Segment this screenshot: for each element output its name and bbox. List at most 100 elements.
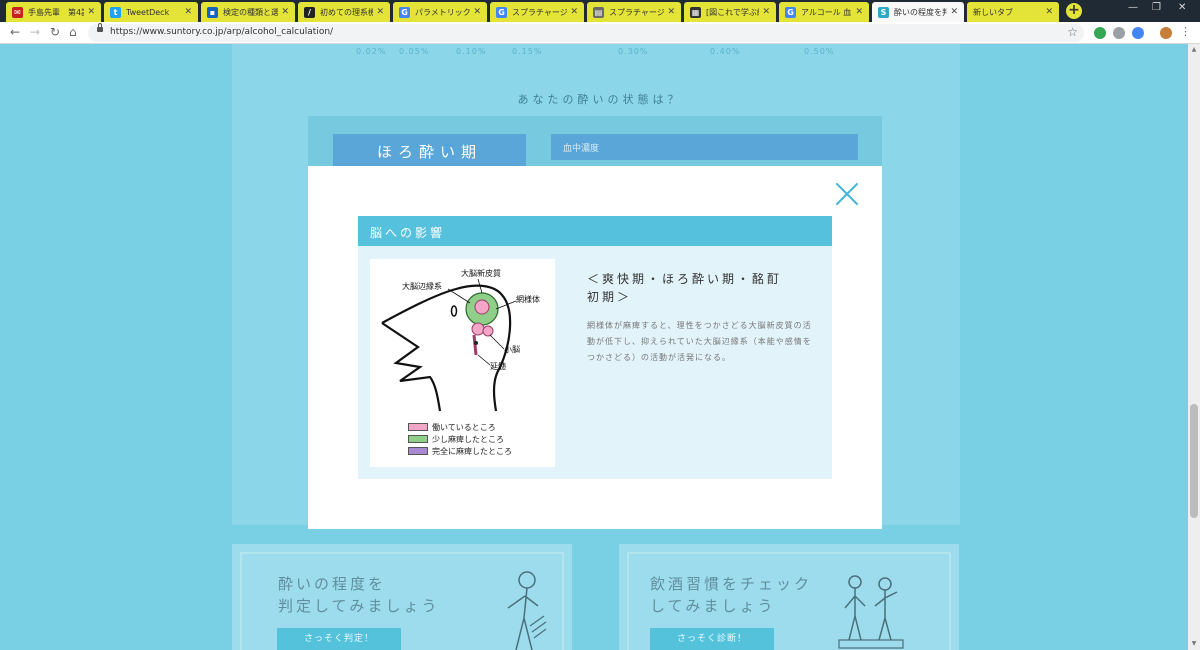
browser-toolbar: ← → ↻ ⌂ https://www.suntory.co.jp/arp/al… [0,22,1200,44]
bac-scale-label: 0.02% [356,47,387,56]
legend-swatch-full [408,447,428,455]
close-tab-icon[interactable]: ✕ [855,7,863,17]
head-illustration [381,278,517,412]
phase-title: ＜爽快期・ほろ酔い期・酩酊 初期＞ [587,272,783,304]
new-tab-button[interactable]: + [1066,3,1082,19]
page-icon: / [304,6,315,18]
bac-scale-label: 0.10% [456,47,487,56]
forward-icon[interactable]: → [30,25,40,39]
legend-label: 少し麻痺したところ [432,434,504,444]
close-tab-icon[interactable]: ✕ [376,7,384,17]
close-tab-icon[interactable]: ✕ [87,7,95,17]
browser-tab[interactable]: ▪ 検定の種類と選択 ✕ [201,2,295,22]
browser-tab[interactable]: ▤ スプラチャージャー・ ✕ [587,2,681,22]
modal-title: 脳への影響 [370,226,446,240]
url-text[interactable]: https://www.suntory.co.jp/arp/alcohol_ca… [110,27,333,37]
tab-label: 手島先輩 第4話 [28,7,85,17]
status-question: あなたの酔いの状態は？ [517,93,683,106]
browser-tab[interactable]: t TweetDeck ✕ [104,2,198,22]
habit-start-button[interactable]: さっそく診断！ [650,628,774,650]
back-icon[interactable]: ← [10,25,20,39]
scroll-thumb[interactable] [1190,404,1198,518]
google-icon: G [496,6,507,18]
scroll-down-icon[interactable]: ▼ [1190,640,1198,647]
legend-swatch-active [408,423,428,431]
close-tab-icon[interactable]: ✕ [1045,7,1053,17]
browser-tab[interactable]: / 初めての理系機入 ✕ [298,2,390,22]
tab-label: 初めての理系機入 [320,7,374,17]
minimize-icon[interactable]: — [1128,2,1138,13]
browser-tab[interactable]: G パラメトリック ノンパ ✕ [393,2,487,22]
stage-button[interactable]: ほろ酔い期 [333,134,526,166]
legend-label: 完全に麻痺したところ [432,446,512,456]
page-icon: ▦ [690,6,701,18]
scroll-up-icon[interactable]: ▲ [1190,46,1198,53]
habit-card-title: 飲酒習慣をチェック してみましょう [650,575,813,615]
profile-avatar[interactable] [1160,27,1172,39]
legend-item: 働いているところ [408,422,496,432]
close-icon[interactable] [834,181,860,207]
close-tab-icon[interactable]: ✕ [762,7,770,17]
modal-header: 脳への影響 [358,216,832,246]
browser-tab[interactable]: G アルコール 血中濃 ✕ [779,2,869,22]
close-tab-icon[interactable]: ✕ [667,7,675,17]
bac-scale-label: 0.50% [804,47,835,56]
google-icon: G [785,6,796,18]
phase-description: 網様体が麻痺すると、理性をつかさどる大脳新皮質の活動が低下し、抑えられていた大脳… [587,321,812,362]
google-icon: G [399,6,410,18]
brain-diagram: 大脳新皮質 大脳辺縁系 網様体 小脳 延髄 働いているところ 少し麻痺したところ… [370,259,555,467]
extension-icon[interactable] [1094,27,1106,39]
close-tab-icon[interactable]: ✕ [473,7,481,17]
judge-card-title: 酔いの程度を 判定してみましょう [278,575,440,615]
tab-strip: ✉ 手島先輩 第4話 ✕ t TweetDeck ✕ ▪ 検定の種類と選択 ✕ … [0,0,1200,22]
maximize-icon[interactable]: ❐ [1152,2,1161,13]
tab-label: スプラチャージャー・ [609,7,665,17]
close-tab-icon[interactable]: ✕ [950,7,958,17]
bac-header: 血中濃度 [551,134,858,160]
bac-scale-label: 0.05% [399,47,430,56]
tab-label: TweetDeck [126,7,170,17]
tab-label: 検定の種類と選択 [223,7,279,17]
mail-icon: ✉ [12,6,23,18]
tab-label: アルコール 血中濃 [801,7,852,17]
bac-header-label: 血中濃度 [563,144,600,154]
extension-icon[interactable] [1132,27,1144,39]
people-illustration [838,575,904,649]
tab-label: スプラチャージャー・ [512,7,568,17]
close-tab-icon[interactable]: ✕ [184,7,192,17]
browser-tab[interactable]: ▦ [図これで学ぶ統計 ✕ [684,2,776,22]
page-scrollbar[interactable]: ▲ ▼ [1188,44,1200,650]
menu-icon[interactable]: ⋮ [1180,25,1191,38]
legend-label: 働いているところ [432,422,496,432]
close-tab-icon[interactable]: ✕ [570,7,578,17]
lock-icon [97,23,103,32]
legend-item: 完全に麻痺したところ [408,446,512,456]
bookmark-star-icon[interactable]: ☆ [1067,25,1078,39]
twitter-icon: t [110,6,121,18]
tab-label: 酔いの程度を判定 [894,7,948,17]
label-cerebellum: 小脳 [504,345,520,354]
bac-scale-label: 0.30% [618,47,649,56]
close-tab-icon[interactable]: ✕ [281,7,289,17]
close-window-icon[interactable]: ✕ [1178,2,1186,13]
page-icon: ▤ [593,6,604,18]
extension-icon[interactable] [1113,27,1125,39]
bac-scale-label: 0.40% [710,47,741,56]
tab-label: 新しいタブ [973,7,1013,17]
label-limbic: 大脳辺縁系 [402,282,442,291]
home-icon[interactable]: ⌂ [69,25,77,39]
judge-start-button[interactable]: さっそく判定！ [277,628,401,650]
browser-tab[interactable]: ✉ 手島先輩 第4話 ✕ [6,2,101,22]
legend-swatch-partial [408,435,428,443]
label-reticular: 網様体 [516,295,540,304]
browser-tab-active[interactable]: S 酔いの程度を判定 ✕ [872,2,964,22]
browser-tab[interactable]: G スプラチャージャー・ ✕ [490,2,584,22]
reload-icon[interactable]: ↻ [50,25,60,39]
habit-card: 飲酒習慣をチェック してみましょう さっそく診断！ [619,544,959,650]
legend-item: 少し麻痺したところ [408,434,504,444]
browser-tab[interactable]: 新しいタブ ✕ [967,2,1059,22]
address-bar[interactable]: https://www.suntory.co.jp/arp/alcohol_ca… [88,23,1084,42]
page-icon: ▪ [207,6,218,18]
suntory-icon: S [878,6,889,18]
tab-label: [図これで学ぶ統計 [706,7,759,17]
